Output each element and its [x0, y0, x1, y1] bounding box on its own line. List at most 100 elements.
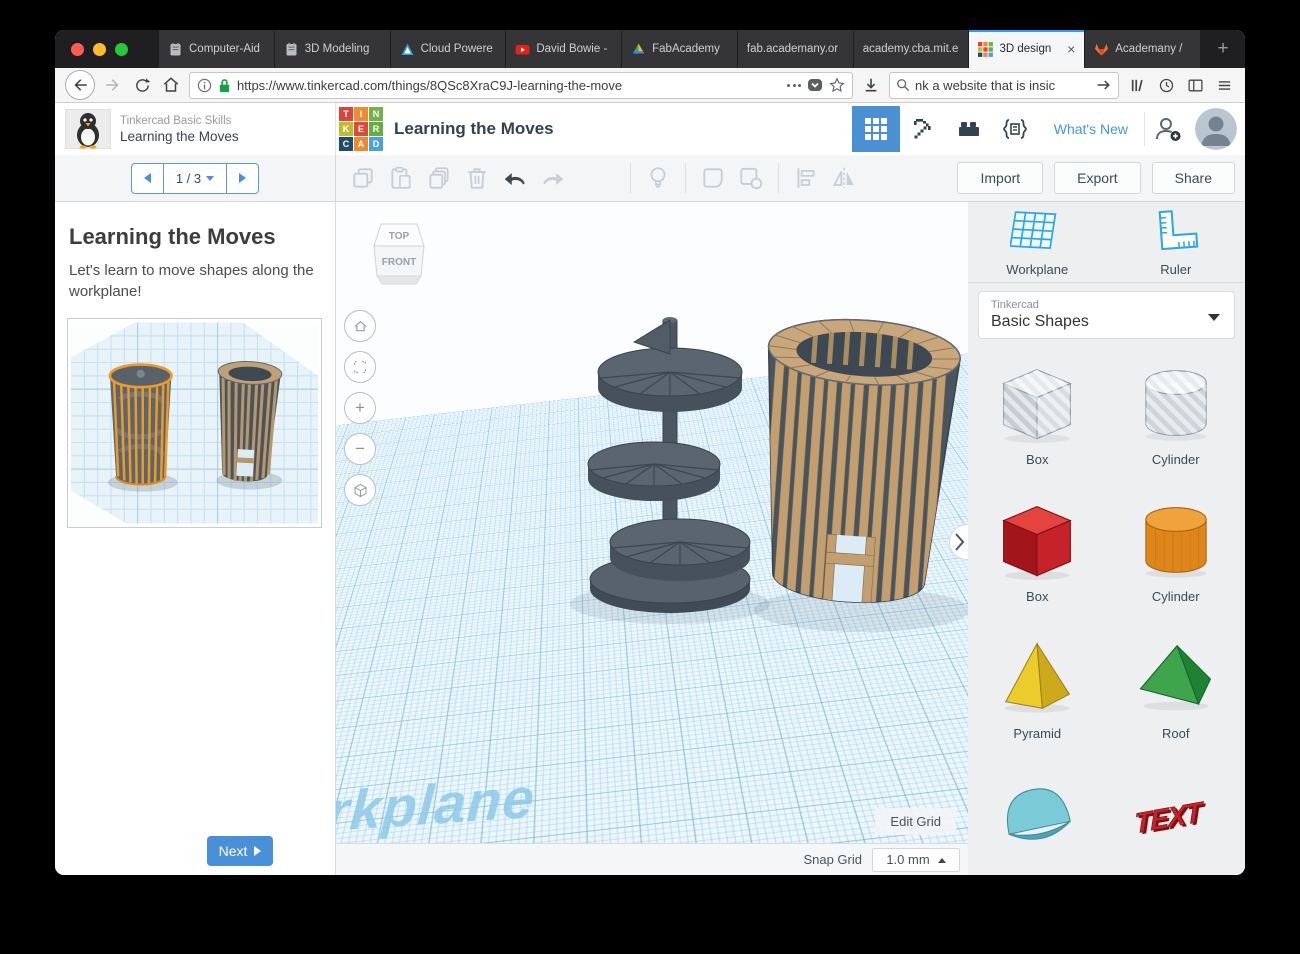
viewcube-top-label[interactable]: TOP — [389, 231, 410, 242]
snap-grid-select[interactable]: 1.0 mm — [872, 847, 960, 872]
minimize-window-button[interactable] — [93, 42, 106, 56]
ungroup-button[interactable] — [734, 161, 768, 195]
shape-pyramid-yellow[interactable]: Pyramid — [968, 621, 1107, 758]
new-tab-button[interactable]: + — [1201, 30, 1245, 68]
history-button[interactable] — [1155, 74, 1177, 96]
user-avatar[interactable] — [1195, 108, 1237, 150]
prev-step-button[interactable] — [132, 164, 163, 193]
forward-button[interactable] — [102, 74, 124, 96]
pickaxe-icon — [913, 119, 931, 139]
zoom-window-button[interactable] — [115, 42, 128, 56]
shape-roof-green[interactable]: Roof — [1107, 621, 1246, 758]
close-window-button[interactable] — [71, 42, 84, 56]
share-button[interactable]: Share — [1151, 162, 1235, 194]
next-step-button[interactable] — [227, 164, 258, 193]
export-button[interactable]: Export — [1054, 162, 1141, 194]
search-input[interactable] — [915, 77, 1091, 93]
perspective-toggle-button[interactable] — [344, 474, 376, 506]
site-info-icon[interactable] — [197, 78, 212, 93]
undo-icon — [504, 173, 525, 186]
3d-viewport[interactable]: rkplane TOP FRONT + − Edit Grid — [336, 202, 968, 843]
search-bar[interactable] — [889, 71, 1119, 99]
tab-david-bowie[interactable]: David Bowie - — [506, 30, 622, 68]
ruler-tool[interactable]: Ruler — [1107, 208, 1246, 277]
autodesk-icon — [401, 43, 414, 55]
sidebar-icon — [1187, 79, 1203, 91]
reload-button[interactable] — [131, 74, 153, 96]
lesson-panel: Learning the Moves Let's learn to move s… — [55, 202, 336, 875]
slatted-cylinder-object[interactable] — [750, 314, 962, 619]
shape-cylinder-orange[interactable]: Cylinder — [1107, 484, 1246, 621]
shape-text-red[interactable]: TEXT TEXT — [1107, 758, 1246, 875]
tab-3d-design-active[interactable]: 3D design × — [969, 30, 1085, 68]
delete-button[interactable] — [460, 161, 494, 195]
close-tab-icon[interactable]: × — [1067, 41, 1075, 57]
tab-3d-modeling[interactable]: 3D Modeling — [274, 30, 390, 68]
undo-button[interactable] — [498, 161, 532, 195]
dashboard-grid-button[interactable] — [851, 106, 900, 152]
spiral-staircase-object[interactable] — [587, 317, 751, 613]
page-actions-icon[interactable] — [787, 83, 801, 87]
downloads-button[interactable] — [860, 74, 882, 96]
viewcube-front-label[interactable]: FRONT — [382, 257, 416, 268]
url-input[interactable] — [237, 77, 781, 93]
invite-user-button[interactable] — [1145, 106, 1191, 152]
home-button[interactable] — [160, 74, 182, 96]
notebook-icon — [170, 42, 181, 55]
next-lesson-button[interactable]: Next — [207, 836, 273, 866]
edit-grid-button[interactable]: Edit Grid — [875, 808, 956, 835]
tab-label: David Bowie - — [536, 43, 608, 55]
back-button[interactable] — [65, 70, 95, 100]
duplicate-button[interactable] — [422, 161, 456, 195]
tab-academy-cba-mit[interactable]: academy.cba.mit.e — [853, 30, 969, 68]
pocket-icon[interactable] — [807, 77, 823, 93]
zoom-in-button[interactable]: + — [344, 392, 376, 424]
shape-cylinder-striped[interactable]: Cylinder — [1107, 347, 1246, 484]
tab-academany-gitlab[interactable]: Academany / — [1085, 30, 1201, 68]
perspective-cube-icon — [353, 483, 367, 497]
workplane-tool[interactable]: Workplane — [968, 208, 1107, 277]
codeblocks-button[interactable] — [992, 106, 1038, 152]
tab-fab-academany[interactable]: fab.academany.or — [737, 30, 853, 68]
tab-label: Academany / — [1115, 43, 1183, 55]
zoom-out-button[interactable]: − — [344, 433, 376, 465]
copy-button[interactable] — [346, 161, 380, 195]
menu-button[interactable] — [1213, 74, 1235, 96]
lesson-breadcrumb-block[interactable]: Tinkercad Basic Skills Learning the Move… — [55, 103, 336, 155]
design-title: Learning the Moves — [394, 119, 554, 138]
bookmark-star-icon[interactable] — [829, 77, 845, 93]
trash-icon — [468, 168, 486, 189]
text-red-icon: TEXT TEXT — [1134, 795, 1208, 841]
library-button[interactable] — [1126, 74, 1148, 96]
thumb-orange-cage — [108, 363, 173, 486]
whats-new-link[interactable]: What's New — [1038, 121, 1144, 137]
step-indicator[interactable]: 1 / 3 — [163, 163, 227, 193]
shape-library-dropdown[interactable]: Tinkercad Basic Shapes — [978, 291, 1235, 339]
group-button[interactable] — [696, 161, 730, 195]
address-bar[interactable] — [189, 71, 853, 99]
penguin-avatar — [65, 109, 111, 149]
grid-icon — [864, 118, 887, 140]
tab-computer-aided[interactable]: Computer-Aid — [159, 30, 274, 68]
tinkercad-logo[interactable]: TIN KER CAD — [339, 107, 383, 151]
tab-cloud-powered[interactable]: Cloud Powere — [390, 30, 506, 68]
minecraft-mode-button[interactable] — [900, 106, 946, 152]
home-view-button[interactable] — [344, 310, 376, 342]
search-go-icon[interactable] — [1096, 78, 1112, 92]
brick-mode-button[interactable] — [946, 106, 992, 152]
import-button[interactable]: Import — [957, 162, 1044, 194]
tab-label: FabAcademy — [652, 43, 720, 55]
fit-view-button[interactable] — [344, 351, 376, 383]
align-button[interactable] — [789, 161, 823, 195]
paste-button[interactable] — [384, 161, 418, 195]
lesson-description: Let's learn to move shapes along the wor… — [69, 262, 314, 300]
tab-fabacademy[interactable]: FabAcademy — [622, 30, 737, 68]
shape-box-red[interactable]: Box — [968, 484, 1107, 621]
view-cube[interactable]: TOP FRONT — [366, 218, 432, 290]
mirror-button[interactable] — [827, 161, 861, 195]
show-all-button[interactable] — [641, 161, 675, 195]
sidebar-button[interactable] — [1184, 74, 1206, 96]
shape-box-striped[interactable]: Box — [968, 347, 1107, 484]
redo-button[interactable] — [536, 161, 570, 195]
shape-round-roof-teal[interactable] — [968, 758, 1107, 875]
